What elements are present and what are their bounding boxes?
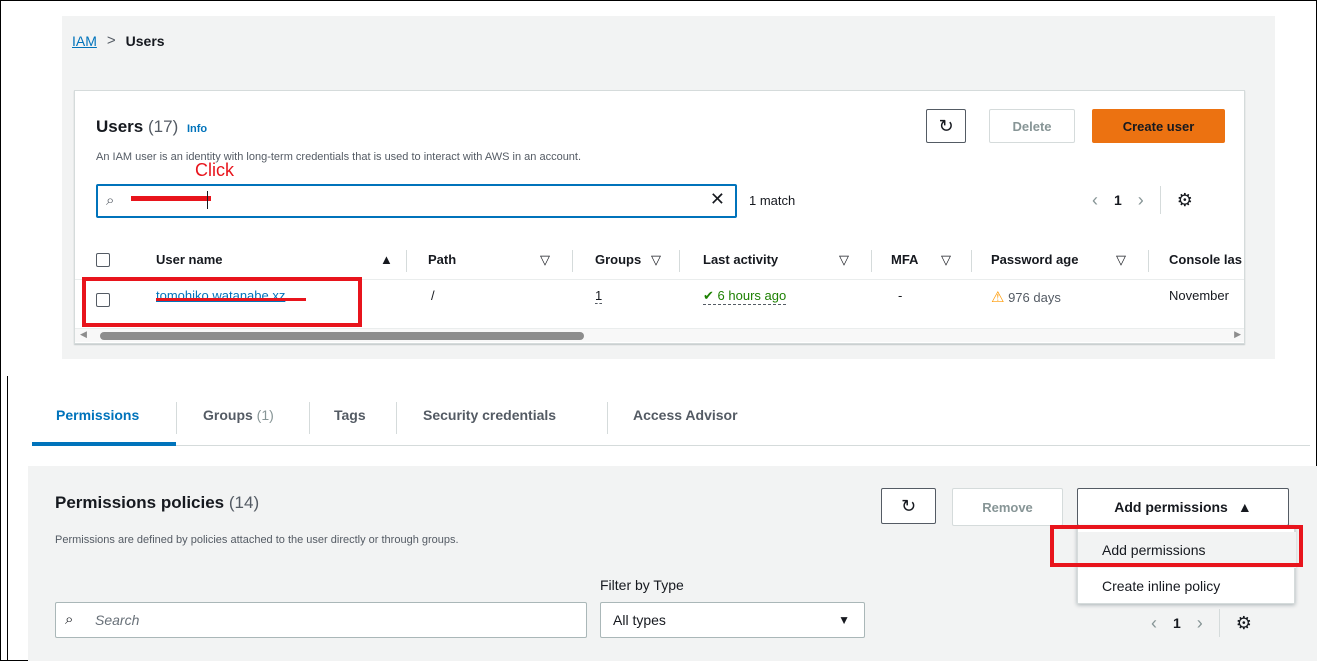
tab-divider bbox=[607, 402, 608, 434]
breadcrumb-current: Users bbox=[125, 32, 165, 49]
permissions-search-input[interactable]: ⌕ Search bbox=[55, 602, 587, 638]
user-console-last: November bbox=[1169, 288, 1229, 303]
column-divider bbox=[406, 250, 407, 272]
page-number[interactable]: 1 bbox=[1114, 192, 1122, 208]
gear-icon[interactable]: ⚙ bbox=[1177, 190, 1193, 211]
chevron-right-icon[interactable]: › bbox=[1138, 190, 1144, 211]
select-all-checkbox[interactable] bbox=[96, 253, 110, 267]
divider bbox=[1218, 609, 1220, 637]
annotation-box-user-row bbox=[82, 277, 362, 327]
users-search-input[interactable]: ⌕ ✕ bbox=[96, 184, 737, 218]
permissions-count: (14) bbox=[228, 493, 260, 512]
users-heading: Users (17) Info bbox=[96, 117, 207, 137]
sort-icon[interactable]: ▽ bbox=[651, 252, 661, 268]
scroll-right-icon[interactable]: ▶ bbox=[1234, 329, 1241, 340]
chevron-right-icon[interactable]: › bbox=[1197, 613, 1203, 634]
sort-icon[interactable]: ▽ bbox=[540, 252, 550, 268]
info-link[interactable]: Info bbox=[187, 123, 207, 135]
permissions-heading: Permissions policies (14) bbox=[55, 493, 259, 513]
column-last-activity[interactable]: Last activity bbox=[703, 252, 778, 267]
user-last-activity: ✔ 6 hours ago bbox=[703, 288, 787, 305]
tab-access-advisor[interactable]: Access Advisor bbox=[633, 407, 738, 423]
user-detail-tabs: Permissions Groups (1) Tags Security cre… bbox=[32, 393, 1310, 446]
refresh-icon: ↻ bbox=[900, 495, 917, 516]
tab-tags[interactable]: Tags bbox=[334, 407, 366, 423]
filter-by-type-label: Filter by Type bbox=[600, 577, 684, 593]
permissions-pagination: ‹ 1 › ⚙ bbox=[1151, 609, 1252, 637]
tab-permissions[interactable]: Permissions bbox=[56, 407, 139, 423]
refresh-icon: ↻ bbox=[938, 115, 954, 136]
text-cursor bbox=[207, 191, 208, 209]
gear-icon[interactable]: ⚙ bbox=[1236, 613, 1252, 634]
column-divider bbox=[871, 250, 872, 272]
column-path[interactable]: Path bbox=[428, 252, 456, 267]
breadcrumb-iam-link[interactable]: IAM bbox=[72, 33, 97, 49]
table-header: User name ▲ Path ▽ Groups ▽ Last activit… bbox=[75, 242, 1244, 280]
permissions-description: Permissions are defined by policies atta… bbox=[55, 534, 459, 546]
column-divider bbox=[679, 250, 680, 272]
search-icon: ⌕ bbox=[106, 192, 115, 209]
annotation-box-add-permissions bbox=[1050, 525, 1303, 567]
remove-button[interactable]: Remove bbox=[952, 488, 1063, 526]
refresh-button[interactable]: ↻ bbox=[926, 109, 966, 143]
tab-divider bbox=[396, 402, 397, 434]
column-console-last[interactable]: Console las bbox=[1169, 252, 1242, 267]
chevron-right-icon: > bbox=[106, 32, 116, 49]
caret-down-icon: ▼ bbox=[838, 613, 850, 627]
chevron-left-icon[interactable]: ‹ bbox=[1151, 613, 1157, 634]
column-groups[interactable]: Groups bbox=[595, 252, 641, 267]
sort-icon[interactable]: ▽ bbox=[941, 252, 951, 268]
add-permissions-label: Add permissions bbox=[1114, 499, 1228, 515]
chevron-left-icon[interactable]: ‹ bbox=[1092, 190, 1098, 211]
scroll-left-icon[interactable]: ◀ bbox=[80, 329, 87, 340]
search-icon: ⌕ bbox=[65, 611, 74, 628]
users-description: An IAM user is an identity with long-ter… bbox=[96, 151, 582, 163]
type-filter-select[interactable]: All types ▼ bbox=[600, 602, 865, 638]
tab-groups[interactable]: Groups (1) bbox=[203, 407, 274, 423]
scrollbar-thumb[interactable] bbox=[100, 332, 584, 340]
match-count: 1 match bbox=[749, 193, 796, 208]
page-number[interactable]: 1 bbox=[1173, 615, 1181, 631]
user-mfa: - bbox=[898, 288, 903, 303]
horizontal-scrollbar[interactable]: ◀ ▶ bbox=[75, 328, 1244, 342]
warning-icon: ⚠ bbox=[991, 289, 1005, 306]
image-border bbox=[7, 376, 8, 661]
users-count: (17) bbox=[148, 117, 179, 136]
users-title: Users bbox=[96, 117, 144, 136]
user-groups[interactable]: 1 bbox=[595, 288, 603, 304]
user-path: / bbox=[431, 288, 435, 303]
column-mfa[interactable]: MFA bbox=[891, 252, 918, 267]
tab-security-credentials[interactable]: Security credentials bbox=[423, 407, 556, 423]
delete-button[interactable]: Delete bbox=[989, 109, 1075, 143]
menu-item-create-inline-policy[interactable]: Create inline policy bbox=[1078, 568, 1296, 604]
tab-divider bbox=[176, 402, 177, 434]
permissions-title: Permissions policies bbox=[55, 493, 225, 512]
column-password-age[interactable]: Password age bbox=[991, 252, 1078, 267]
add-permissions-dropdown[interactable]: Add permissions ▲ bbox=[1077, 488, 1289, 526]
create-user-button[interactable]: Create user bbox=[1092, 109, 1225, 143]
caret-up-icon: ▲ bbox=[1237, 499, 1252, 515]
tab-divider bbox=[309, 402, 310, 434]
sort-asc-icon[interactable]: ▲ bbox=[380, 252, 393, 267]
column-divider bbox=[572, 250, 573, 272]
sort-icon[interactable]: ▽ bbox=[839, 252, 849, 268]
clear-icon[interactable]: ✕ bbox=[710, 189, 725, 210]
user-password-age: ⚠ 976 days bbox=[991, 289, 1061, 306]
column-user-name[interactable]: User name bbox=[156, 252, 222, 267]
sort-icon[interactable]: ▽ bbox=[1116, 252, 1126, 268]
search-placeholder: Search bbox=[95, 612, 140, 628]
permissions-refresh-button[interactable]: ↻ bbox=[881, 488, 936, 524]
check-circle-icon: ✔ bbox=[703, 288, 714, 303]
column-divider bbox=[971, 250, 972, 272]
users-pagination: ‹ 1 › ⚙ bbox=[1092, 186, 1193, 214]
active-tab-indicator bbox=[32, 442, 176, 446]
redaction-mark bbox=[131, 196, 211, 201]
breadcrumb: IAM > Users bbox=[72, 32, 165, 49]
type-filter-value: All types bbox=[613, 612, 666, 628]
click-annotation: Click bbox=[195, 160, 234, 180]
column-divider bbox=[1148, 250, 1149, 272]
divider bbox=[1159, 186, 1161, 214]
